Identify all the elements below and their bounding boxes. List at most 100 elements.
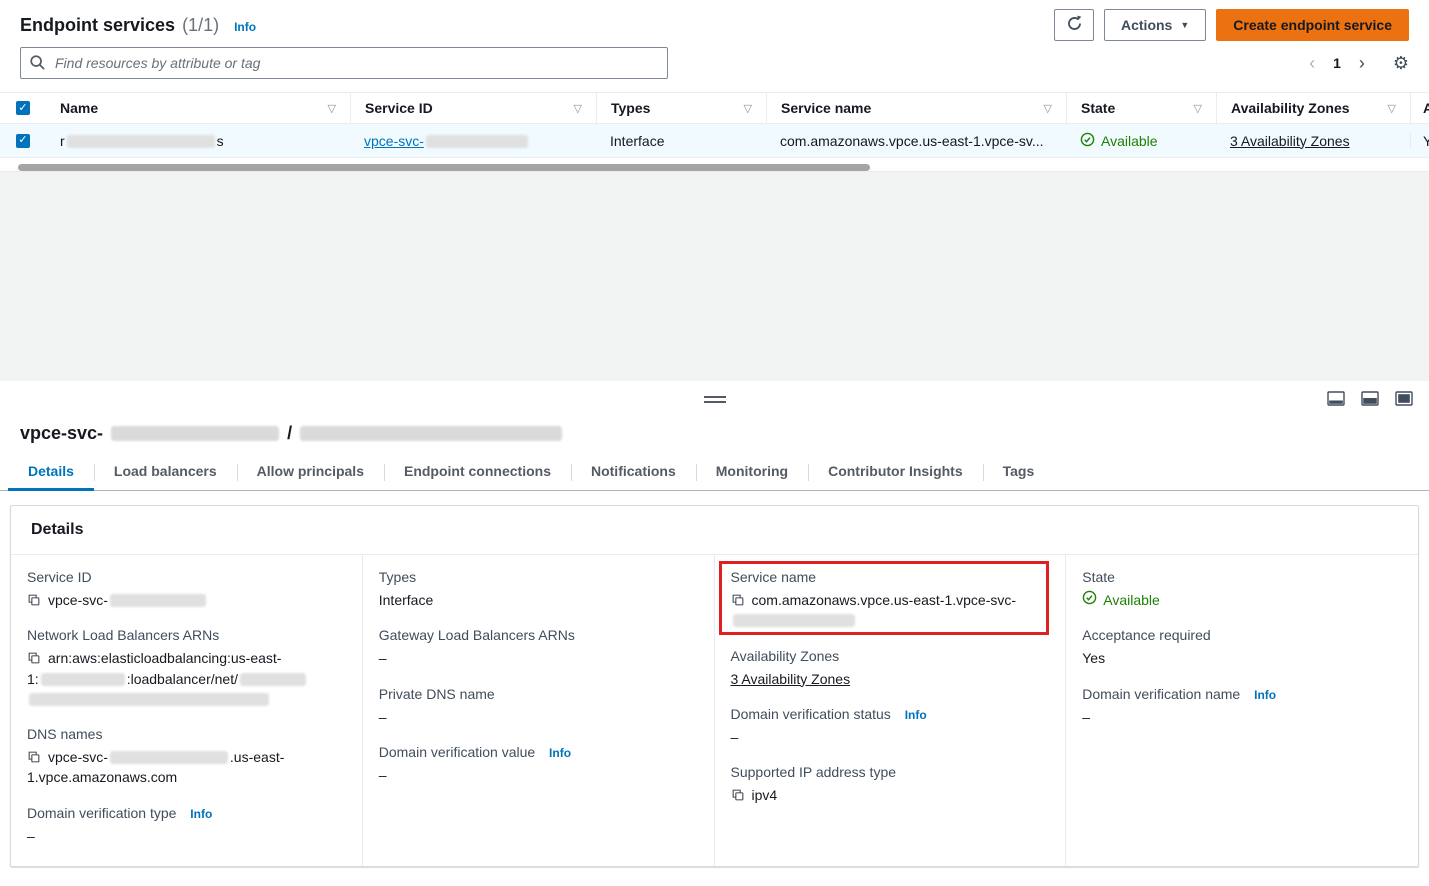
check-circle-icon bbox=[1080, 132, 1095, 150]
tab-endpoint-connections[interactable]: Endpoint connections bbox=[384, 454, 571, 491]
availability-zones-link[interactable]: 3 Availability Zones bbox=[1230, 133, 1350, 149]
horizontal-scrollbar[interactable] bbox=[18, 164, 870, 171]
empty-table-area bbox=[0, 171, 1429, 381]
cell-partial: Y bbox=[1410, 133, 1429, 149]
field-domain-verification-value: Domain verification value Info – bbox=[379, 744, 694, 785]
column-header-availability-zones[interactable]: Availability Zones ▽ bbox=[1216, 93, 1410, 123]
select-all-cell bbox=[0, 93, 46, 123]
redacted-text bbox=[240, 673, 306, 686]
copy-icon[interactable] bbox=[731, 593, 745, 607]
filter-icon[interactable]: ▽ bbox=[328, 102, 336, 115]
redacted-text bbox=[300, 426, 562, 441]
layout-bottom-icon[interactable] bbox=[1327, 391, 1345, 406]
page-title: Endpoint services bbox=[20, 15, 175, 36]
field-types: Types Interface bbox=[379, 569, 694, 610]
field-dns-names: DNS names vpce-svc-.us-east- 1.vpce.amaz… bbox=[27, 726, 342, 788]
cell-types: Interface bbox=[596, 133, 766, 149]
tab-details[interactable]: Details bbox=[8, 454, 94, 491]
redacted-text bbox=[110, 594, 206, 607]
field-private-dns-name: Private DNS name – bbox=[379, 686, 694, 727]
search-box bbox=[20, 47, 668, 79]
search-input[interactable] bbox=[20, 47, 668, 79]
tab-notifications[interactable]: Notifications bbox=[571, 454, 696, 491]
column-header-partial[interactable]: A bbox=[1410, 93, 1429, 123]
header-actions: Actions ▼ Create endpoint service bbox=[1054, 9, 1409, 41]
endpoint-services-page: Endpoint services (1/1) Info Actions ▼ C… bbox=[0, 0, 1429, 886]
tab-contributor-insights[interactable]: Contributor Insights bbox=[808, 454, 983, 491]
tab-allow-principals[interactable]: Allow principals bbox=[237, 454, 384, 491]
next-page-icon[interactable]: › bbox=[1355, 54, 1369, 72]
status-available: Available bbox=[1080, 132, 1158, 150]
redacted-text bbox=[29, 693, 269, 706]
field-nlb-arns: Network Load Balancers ARNs arn:aws:elas… bbox=[27, 627, 342, 709]
info-link[interactable]: Info bbox=[1254, 688, 1276, 702]
previous-page-icon[interactable]: ‹ bbox=[1305, 54, 1319, 72]
info-link[interactable]: Info bbox=[549, 746, 571, 760]
service-id-link[interactable]: vpce-svc- bbox=[364, 133, 530, 149]
layout-fullscreen-icon[interactable] bbox=[1395, 391, 1413, 406]
cell-name: rs bbox=[46, 133, 350, 149]
current-page-number: 1 bbox=[1329, 55, 1345, 71]
details-column-1: Service ID vpce-svc- Network Load Balanc… bbox=[11, 555, 363, 867]
refresh-icon bbox=[1066, 15, 1083, 35]
detail-tabs: Details Load balancers Allow principals … bbox=[0, 454, 1429, 491]
field-gwlb-arns: Gateway Load Balancers ARNs – bbox=[379, 627, 694, 668]
field-domain-verification-status: Domain verification status Info – bbox=[731, 706, 1046, 747]
details-grid: Service ID vpce-svc- Network Load Balanc… bbox=[11, 555, 1418, 867]
table-row[interactable]: rs vpce-svc- Interface com.amazonaws.vpc… bbox=[0, 124, 1429, 158]
filter-icon[interactable]: ▽ bbox=[574, 102, 582, 115]
row-select-cell bbox=[0, 134, 46, 148]
tab-monitoring[interactable]: Monitoring bbox=[696, 454, 808, 491]
redacted-text bbox=[733, 614, 855, 627]
check-circle-icon bbox=[1082, 590, 1097, 610]
redacted-text bbox=[67, 135, 215, 148]
resource-count: (1/1) bbox=[182, 15, 219, 36]
field-availability-zones: Availability Zones 3 Availability Zones bbox=[731, 648, 1046, 689]
cell-state: Available bbox=[1066, 132, 1216, 150]
redacted-text bbox=[41, 673, 125, 686]
header-info-link[interactable]: Info bbox=[234, 20, 256, 34]
copy-icon[interactable] bbox=[27, 750, 41, 764]
select-all-checkbox[interactable] bbox=[16, 101, 30, 115]
endpoint-services-table: Name ▽ Service ID ▽ Types ▽ Service name… bbox=[0, 92, 1429, 171]
panel-resize-handle[interactable] bbox=[704, 396, 726, 403]
redacted-text bbox=[111, 426, 279, 441]
field-domain-verification-type: Domain verification type Info – bbox=[27, 805, 342, 846]
tab-tags[interactable]: Tags bbox=[983, 454, 1055, 491]
filter-icon[interactable]: ▽ bbox=[1044, 102, 1052, 115]
cell-service-id: vpce-svc- bbox=[350, 133, 596, 149]
redacted-text bbox=[110, 751, 228, 764]
filter-icon[interactable]: ▽ bbox=[1388, 102, 1396, 115]
copy-icon[interactable] bbox=[27, 651, 41, 665]
gear-icon[interactable]: ⚙ bbox=[1393, 53, 1409, 74]
layout-side-icon[interactable] bbox=[1361, 391, 1379, 406]
filter-icon[interactable]: ▽ bbox=[744, 102, 752, 115]
column-header-name[interactable]: Name ▽ bbox=[46, 93, 350, 123]
row-checkbox[interactable] bbox=[16, 134, 30, 148]
filter-icon[interactable]: ▽ bbox=[1194, 102, 1202, 115]
chevron-down-icon: ▼ bbox=[1180, 20, 1189, 30]
tab-load-balancers[interactable]: Load balancers bbox=[94, 454, 237, 491]
table-header-row: Name ▽ Service ID ▽ Types ▽ Service name… bbox=[0, 92, 1429, 124]
availability-zones-link[interactable]: 3 Availability Zones bbox=[731, 671, 851, 687]
cell-service-name: com.amazonaws.vpce.us-east-1.vpce-sv... bbox=[766, 133, 1066, 149]
redacted-text bbox=[426, 135, 528, 148]
panel-layout-controls bbox=[1327, 391, 1413, 406]
column-header-service-name[interactable]: Service name ▽ bbox=[766, 93, 1066, 123]
copy-icon[interactable] bbox=[27, 593, 41, 607]
column-header-service-id[interactable]: Service ID ▽ bbox=[350, 93, 596, 123]
copy-icon[interactable] bbox=[731, 788, 745, 802]
column-header-types[interactable]: Types ▽ bbox=[596, 93, 766, 123]
refresh-button[interactable] bbox=[1054, 9, 1094, 41]
pagination: ‹ 1 › ⚙ bbox=[1305, 53, 1409, 74]
column-header-state[interactable]: State ▽ bbox=[1066, 93, 1216, 123]
details-section-title: Details bbox=[11, 506, 1418, 555]
info-link[interactable]: Info bbox=[905, 708, 927, 722]
actions-button-label: Actions bbox=[1121, 17, 1172, 33]
details-card: Details Service ID vpce-svc- Network Loa… bbox=[10, 505, 1419, 867]
info-link[interactable]: Info bbox=[190, 807, 212, 821]
create-endpoint-service-button[interactable]: Create endpoint service bbox=[1216, 9, 1409, 41]
split-panel-header bbox=[0, 381, 1429, 417]
cell-availability-zones: 3 Availability Zones bbox=[1216, 133, 1410, 149]
actions-button[interactable]: Actions ▼ bbox=[1104, 9, 1206, 41]
